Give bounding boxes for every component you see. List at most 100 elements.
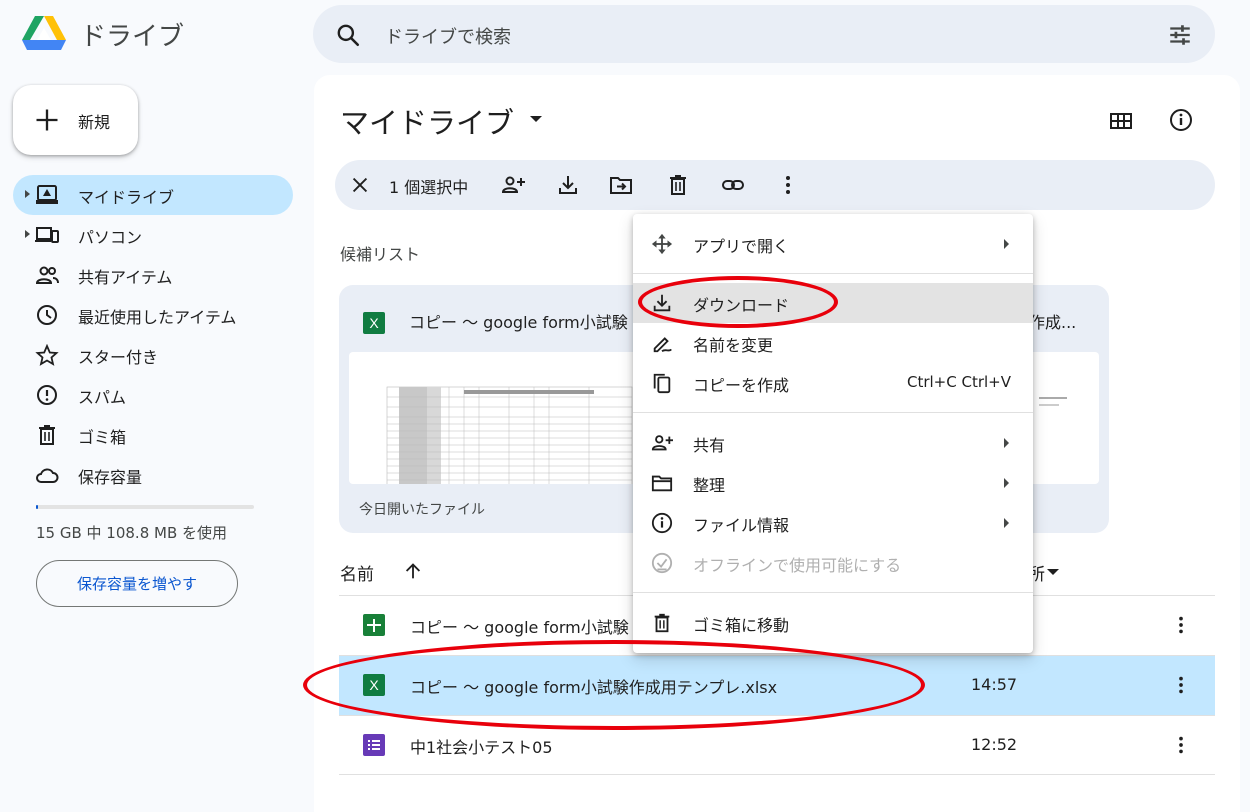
search-options-icon[interactable] [1167, 22, 1193, 48]
download-icon[interactable] [556, 173, 580, 197]
menu-item-share[interactable]: 共有 [633, 423, 1033, 463]
search-input[interactable]: ドライブで検索 [385, 23, 511, 49]
grid-view-icon[interactable] [1109, 109, 1133, 133]
table-row[interactable]: X コピー ～ google form小試験作成用テンプレ.xlsx 14:57 [339, 655, 1215, 715]
submenu-arrow-icon [1004, 438, 1009, 448]
submenu-arrow-icon [1004, 239, 1009, 249]
menu-item-make-copy[interactable]: コピーを作成 Ctrl+C Ctrl+V [633, 363, 1033, 403]
menu-divider [633, 592, 1033, 593]
expand-caret-icon[interactable] [25, 230, 30, 238]
menu-item-available-offline: オフラインで使用可能にする [633, 543, 1033, 583]
sidebar-item-my-drive[interactable]: マイドライブ [13, 175, 293, 215]
more-vert-icon[interactable] [1170, 734, 1192, 756]
submenu-arrow-icon [1004, 478, 1009, 488]
file-name: コピー ～ google form小試験作成用テンプレ.xlsx [410, 678, 778, 697]
sidebar-item-label: マイドライブ [78, 188, 175, 207]
more-vert-icon[interactable] [1170, 614, 1192, 636]
close-icon[interactable] [349, 174, 371, 196]
card-title-tail: 作成... [1029, 313, 1077, 332]
card-subtitle: 今日開いたファイル [359, 502, 485, 518]
sidebar-item-label: パソコン [78, 228, 143, 247]
trash-icon[interactable] [666, 173, 690, 197]
menu-item-label: 整理 [693, 476, 726, 495]
submenu-arrow-icon [1004, 518, 1009, 528]
search-icon[interactable] [335, 22, 361, 48]
menu-item-rename[interactable]: 名前を変更 [633, 323, 1033, 363]
menu-item-label: 名前を変更 [693, 336, 774, 355]
storage-usage-fill [36, 505, 38, 509]
menu-item-label: 共有 [693, 436, 726, 455]
menu-item-label: コピーを作成 [693, 376, 790, 395]
chevron-down-icon[interactable] [1047, 569, 1059, 575]
table-row[interactable]: 中1社会小テスト05 12:52 [339, 715, 1215, 775]
drive-logo[interactable] [20, 12, 68, 56]
storage-usage-text: 15 GB 中 108.8 MB を使用 [36, 524, 228, 542]
menu-item-move-to-trash[interactable]: ゴミ箱に移動 [633, 603, 1033, 643]
menu-item-label: ダウンロード [693, 296, 790, 315]
sidebar-item-computers[interactable]: パソコン [13, 215, 293, 255]
app-title: ドライブ [80, 22, 185, 52]
spam-icon [37, 385, 57, 405]
details-info-icon[interactable] [1169, 108, 1193, 132]
link-icon[interactable] [721, 173, 745, 197]
rename-icon [653, 337, 672, 353]
storage-usage-bar [36, 505, 254, 509]
get-more-storage-button[interactable]: 保存容量を増やす [36, 560, 238, 607]
expand-caret-icon[interactable] [25, 190, 30, 198]
svg-text:X: X [369, 315, 379, 331]
sidebar-item-trash[interactable]: ゴミ箱 [13, 415, 293, 455]
clock-icon [37, 305, 57, 325]
cloud-icon [36, 468, 59, 483]
sidebar-item-label: ゴミ箱 [78, 428, 127, 447]
sort-arrow-up-icon[interactable] [402, 560, 424, 582]
move-to-folder-icon[interactable] [609, 173, 633, 197]
sidebar-item-storage[interactable]: 保存容量 [13, 455, 293, 495]
context-menu: アプリで開く ダウンロード 名前を変更 コピーを作成 Ctrl+C Ctrl+V [633, 214, 1033, 653]
menu-item-open-with[interactable]: アプリで開く [633, 224, 1033, 264]
menu-item-label: アプリで開く [693, 237, 790, 256]
sidebar-item-label: 保存容量 [78, 468, 143, 487]
sidebar-item-label: スパム [78, 388, 127, 407]
download-icon [653, 294, 671, 312]
forms-file-icon [363, 734, 385, 756]
menu-item-shortcut: Ctrl+C Ctrl+V [906, 373, 1011, 391]
sidebar-item-label: 最近使用したアイテム [78, 308, 237, 327]
sidebar-item-shared[interactable]: 共有アイテム [13, 255, 293, 295]
shared-icon [35, 266, 59, 284]
column-header-name[interactable]: 名前 [340, 560, 374, 585]
file-name: 中1社会小テスト05 [410, 738, 553, 757]
sidebar-item-starred[interactable]: スター付き [13, 335, 293, 375]
folder-icon [651, 475, 673, 492]
sheets-file-icon [363, 614, 385, 636]
sidebar-item-recent[interactable]: 最近使用したアイテム [13, 295, 293, 335]
copy-icon [653, 373, 671, 394]
menu-divider [633, 412, 1033, 413]
share-icon [651, 435, 673, 451]
suggested-heading: 候補リスト [340, 245, 421, 264]
file-modified-time: 12:52 [971, 735, 1018, 754]
computers-icon [35, 227, 59, 243]
new-button[interactable]: 新規 [13, 85, 138, 155]
more-vert-icon[interactable] [776, 173, 800, 197]
page-title[interactable]: マイドライブ [340, 100, 514, 142]
menu-item-file-info[interactable]: ファイル情報 [633, 503, 1033, 543]
selection-toolbar: 1 個選択中 [335, 160, 1215, 210]
menu-item-download[interactable]: ダウンロード [633, 283, 1033, 323]
chevron-down-icon[interactable] [530, 116, 542, 122]
card-title: コピー ～ google form小試験 [409, 313, 628, 332]
more-vert-icon[interactable] [1170, 674, 1192, 696]
excel-file-icon: X [363, 674, 385, 696]
trash-icon [39, 425, 55, 445]
my-drive-icon [36, 185, 58, 204]
offline-icon [651, 552, 673, 574]
menu-item-organize[interactable]: 整理 [633, 463, 1033, 503]
sidebar-item-spam[interactable]: スパム [13, 375, 293, 415]
share-icon[interactable] [501, 173, 525, 197]
plus-icon [36, 109, 58, 131]
search-box[interactable]: ドライブで検索 [313, 5, 1215, 63]
trash-icon [654, 613, 670, 633]
open-with-icon [651, 233, 673, 255]
svg-text:X: X [369, 677, 379, 693]
file-name: コピー ～ google form小試験 [410, 618, 629, 637]
sidebar-item-label: スター付き [78, 348, 159, 367]
